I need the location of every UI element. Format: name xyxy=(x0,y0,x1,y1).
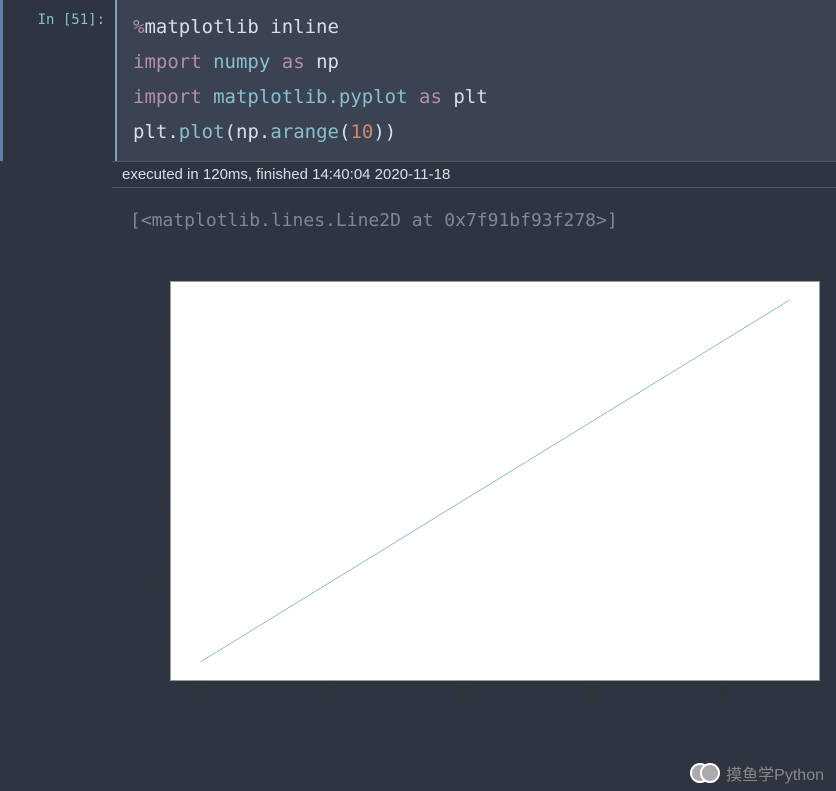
magic-percent: % xyxy=(133,16,144,38)
x-tick-label: 4 xyxy=(458,684,467,704)
magic-text: matplotlib inline xyxy=(144,16,338,38)
obj-plt: plt xyxy=(133,121,167,143)
x-tick-label: 8 xyxy=(719,684,728,704)
y-tick-label: 6 xyxy=(158,410,167,430)
chart-axes: 02468 02468 xyxy=(170,281,820,681)
y-axis-ticks: 0 2 4 6 8 xyxy=(133,282,167,680)
x-tick-label: 0 xyxy=(196,684,205,704)
line-plot xyxy=(171,282,819,680)
arg-10: 10 xyxy=(350,121,373,143)
y-tick-label: 8 xyxy=(158,330,167,350)
alias-np: np xyxy=(316,51,339,73)
kw-as: as xyxy=(282,51,305,73)
exec-status-text: executed in 120ms, finished 14:40:04 202… xyxy=(122,166,450,183)
alias-plt: plt xyxy=(453,86,487,108)
module-mpl: matplotlib.pyplot xyxy=(213,86,407,108)
output-figure: 0 2 4 6 8 0 2 4 6 8 xyxy=(130,281,820,681)
kw-as2: as xyxy=(419,86,442,108)
code-line-4: plt.plot(np.arange(10)) xyxy=(133,115,820,150)
fn-plot: plot xyxy=(179,121,225,143)
data-line xyxy=(200,300,789,662)
output-repr-text: [<matplotlib.lines.Line2D at 0x7f91bf93f… xyxy=(130,210,618,231)
y-tick-label: 0 xyxy=(158,651,167,671)
kw-import: import xyxy=(133,51,202,73)
x-tick-label: 2 xyxy=(327,684,336,704)
code-editor[interactable]: %matplotlib inline import numpy as np im… xyxy=(115,0,836,161)
fn-arange: arange xyxy=(270,121,339,143)
code-line-2: import numpy as np xyxy=(133,45,820,80)
wechat-icon xyxy=(690,763,720,783)
x-axis-ticks: 0 2 4 6 8 xyxy=(171,684,819,706)
watermark-text: 摸鱼学Python xyxy=(726,761,824,785)
code-line-1: %matplotlib inline xyxy=(133,10,820,45)
cell-prompt: In [51]: xyxy=(3,0,113,161)
x-tick-label: 6 xyxy=(588,684,597,704)
y-tick-label: 2 xyxy=(158,571,167,591)
obj-np: np xyxy=(236,121,259,143)
watermark: 摸鱼学Python xyxy=(690,761,824,785)
kw-import2: import xyxy=(133,86,202,108)
y-tick-label: 4 xyxy=(158,491,167,511)
code-line-3: import matplotlib.pyplot as plt xyxy=(133,80,820,115)
cell-output-repr: [<matplotlib.lines.Line2D at 0x7f91bf93f… xyxy=(130,210,836,231)
module-numpy: numpy xyxy=(213,51,270,73)
prompt-label: In [51]: xyxy=(38,12,105,28)
execution-status: executed in 120ms, finished 14:40:04 202… xyxy=(112,161,836,188)
notebook-cell: In [51]: %matplotlib inline import numpy… xyxy=(0,0,836,161)
